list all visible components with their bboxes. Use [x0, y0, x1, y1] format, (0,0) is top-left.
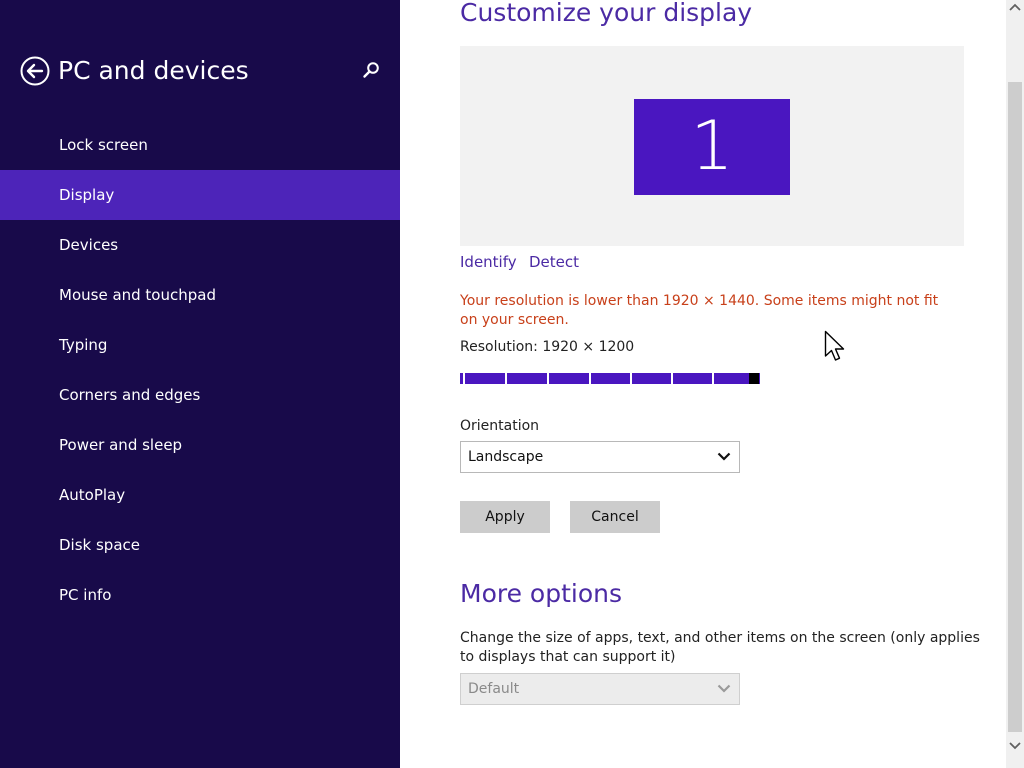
- cancel-button[interactable]: Cancel: [570, 501, 660, 533]
- sidebar-item-pc-info[interactable]: PC info: [0, 570, 400, 620]
- chevron-down-icon: [717, 452, 731, 461]
- scale-description: Change the size of apps, text, and other…: [460, 630, 980, 665]
- sidebar-item-power-and-sleep[interactable]: Power and sleep: [0, 420, 400, 470]
- resolution-label: Resolution: 1920 × 1200: [460, 339, 635, 355]
- sidebar: PC and devices Lock screen Display Devic…: [0, 0, 400, 768]
- orientation-label: Orientation: [460, 418, 540, 434]
- slider-tick: [630, 373, 632, 384]
- slider-tick: [671, 373, 673, 384]
- sidebar-item-disk-space[interactable]: Disk space: [0, 520, 400, 570]
- more-options-heading: More options: [460, 579, 622, 608]
- display-preview: 1: [460, 46, 964, 246]
- slider-tick: [712, 373, 714, 384]
- chevron-down-icon: [717, 684, 731, 693]
- mouse-pointer-icon: [824, 330, 845, 361]
- resolution-warning: Your resolution is lower than 1920 × 144…: [460, 293, 939, 328]
- slider-tick: [589, 373, 591, 384]
- scroll-up-icon[interactable]: [1006, 0, 1024, 16]
- sidebar-item-typing[interactable]: Typing: [0, 320, 400, 370]
- scroll-down-icon[interactable]: [1006, 738, 1024, 754]
- slider-thumb[interactable]: [749, 373, 759, 384]
- scale-value: Default: [468, 681, 520, 697]
- main-content: Customize your display 1 Identify Detect…: [400, 0, 1006, 768]
- search-icon[interactable]: [362, 61, 380, 79]
- scale-select: Default: [460, 673, 740, 705]
- slider-tick: [505, 373, 507, 384]
- identify-link[interactable]: Identify: [460, 252, 517, 272]
- sidebar-item-display[interactable]: Display: [0, 170, 400, 220]
- sidebar-item-autoplay[interactable]: AutoPlay: [0, 470, 400, 520]
- sidebar-item-mouse-and-touchpad[interactable]: Mouse and touchpad: [0, 270, 400, 320]
- sidebar-title: PC and devices: [58, 56, 249, 85]
- scrollbar-thumb[interactable]: [1008, 82, 1022, 732]
- slider-tick: [463, 373, 465, 384]
- apply-button[interactable]: Apply: [460, 501, 550, 533]
- slider-tick: [547, 373, 549, 384]
- sidebar-item-lock-screen[interactable]: Lock screen: [0, 120, 400, 170]
- orientation-value: Landscape: [468, 449, 544, 465]
- resolution-slider[interactable]: [460, 373, 760, 384]
- sidebar-header: PC and devices: [20, 54, 390, 88]
- monitor-tile[interactable]: 1: [634, 99, 790, 195]
- sidebar-item-corners-and-edges[interactable]: Corners and edges: [0, 370, 400, 420]
- orientation-select[interactable]: Landscape: [460, 441, 740, 473]
- detect-link[interactable]: Detect: [529, 252, 579, 272]
- sidebar-item-devices[interactable]: Devices: [0, 220, 400, 270]
- sidebar-nav: Lock screen Display Devices Mouse and to…: [0, 120, 400, 620]
- page-title: Customize your display: [460, 0, 753, 27]
- back-arrow-icon[interactable]: [20, 56, 50, 86]
- vertical-scrollbar[interactable]: [1006, 0, 1024, 768]
